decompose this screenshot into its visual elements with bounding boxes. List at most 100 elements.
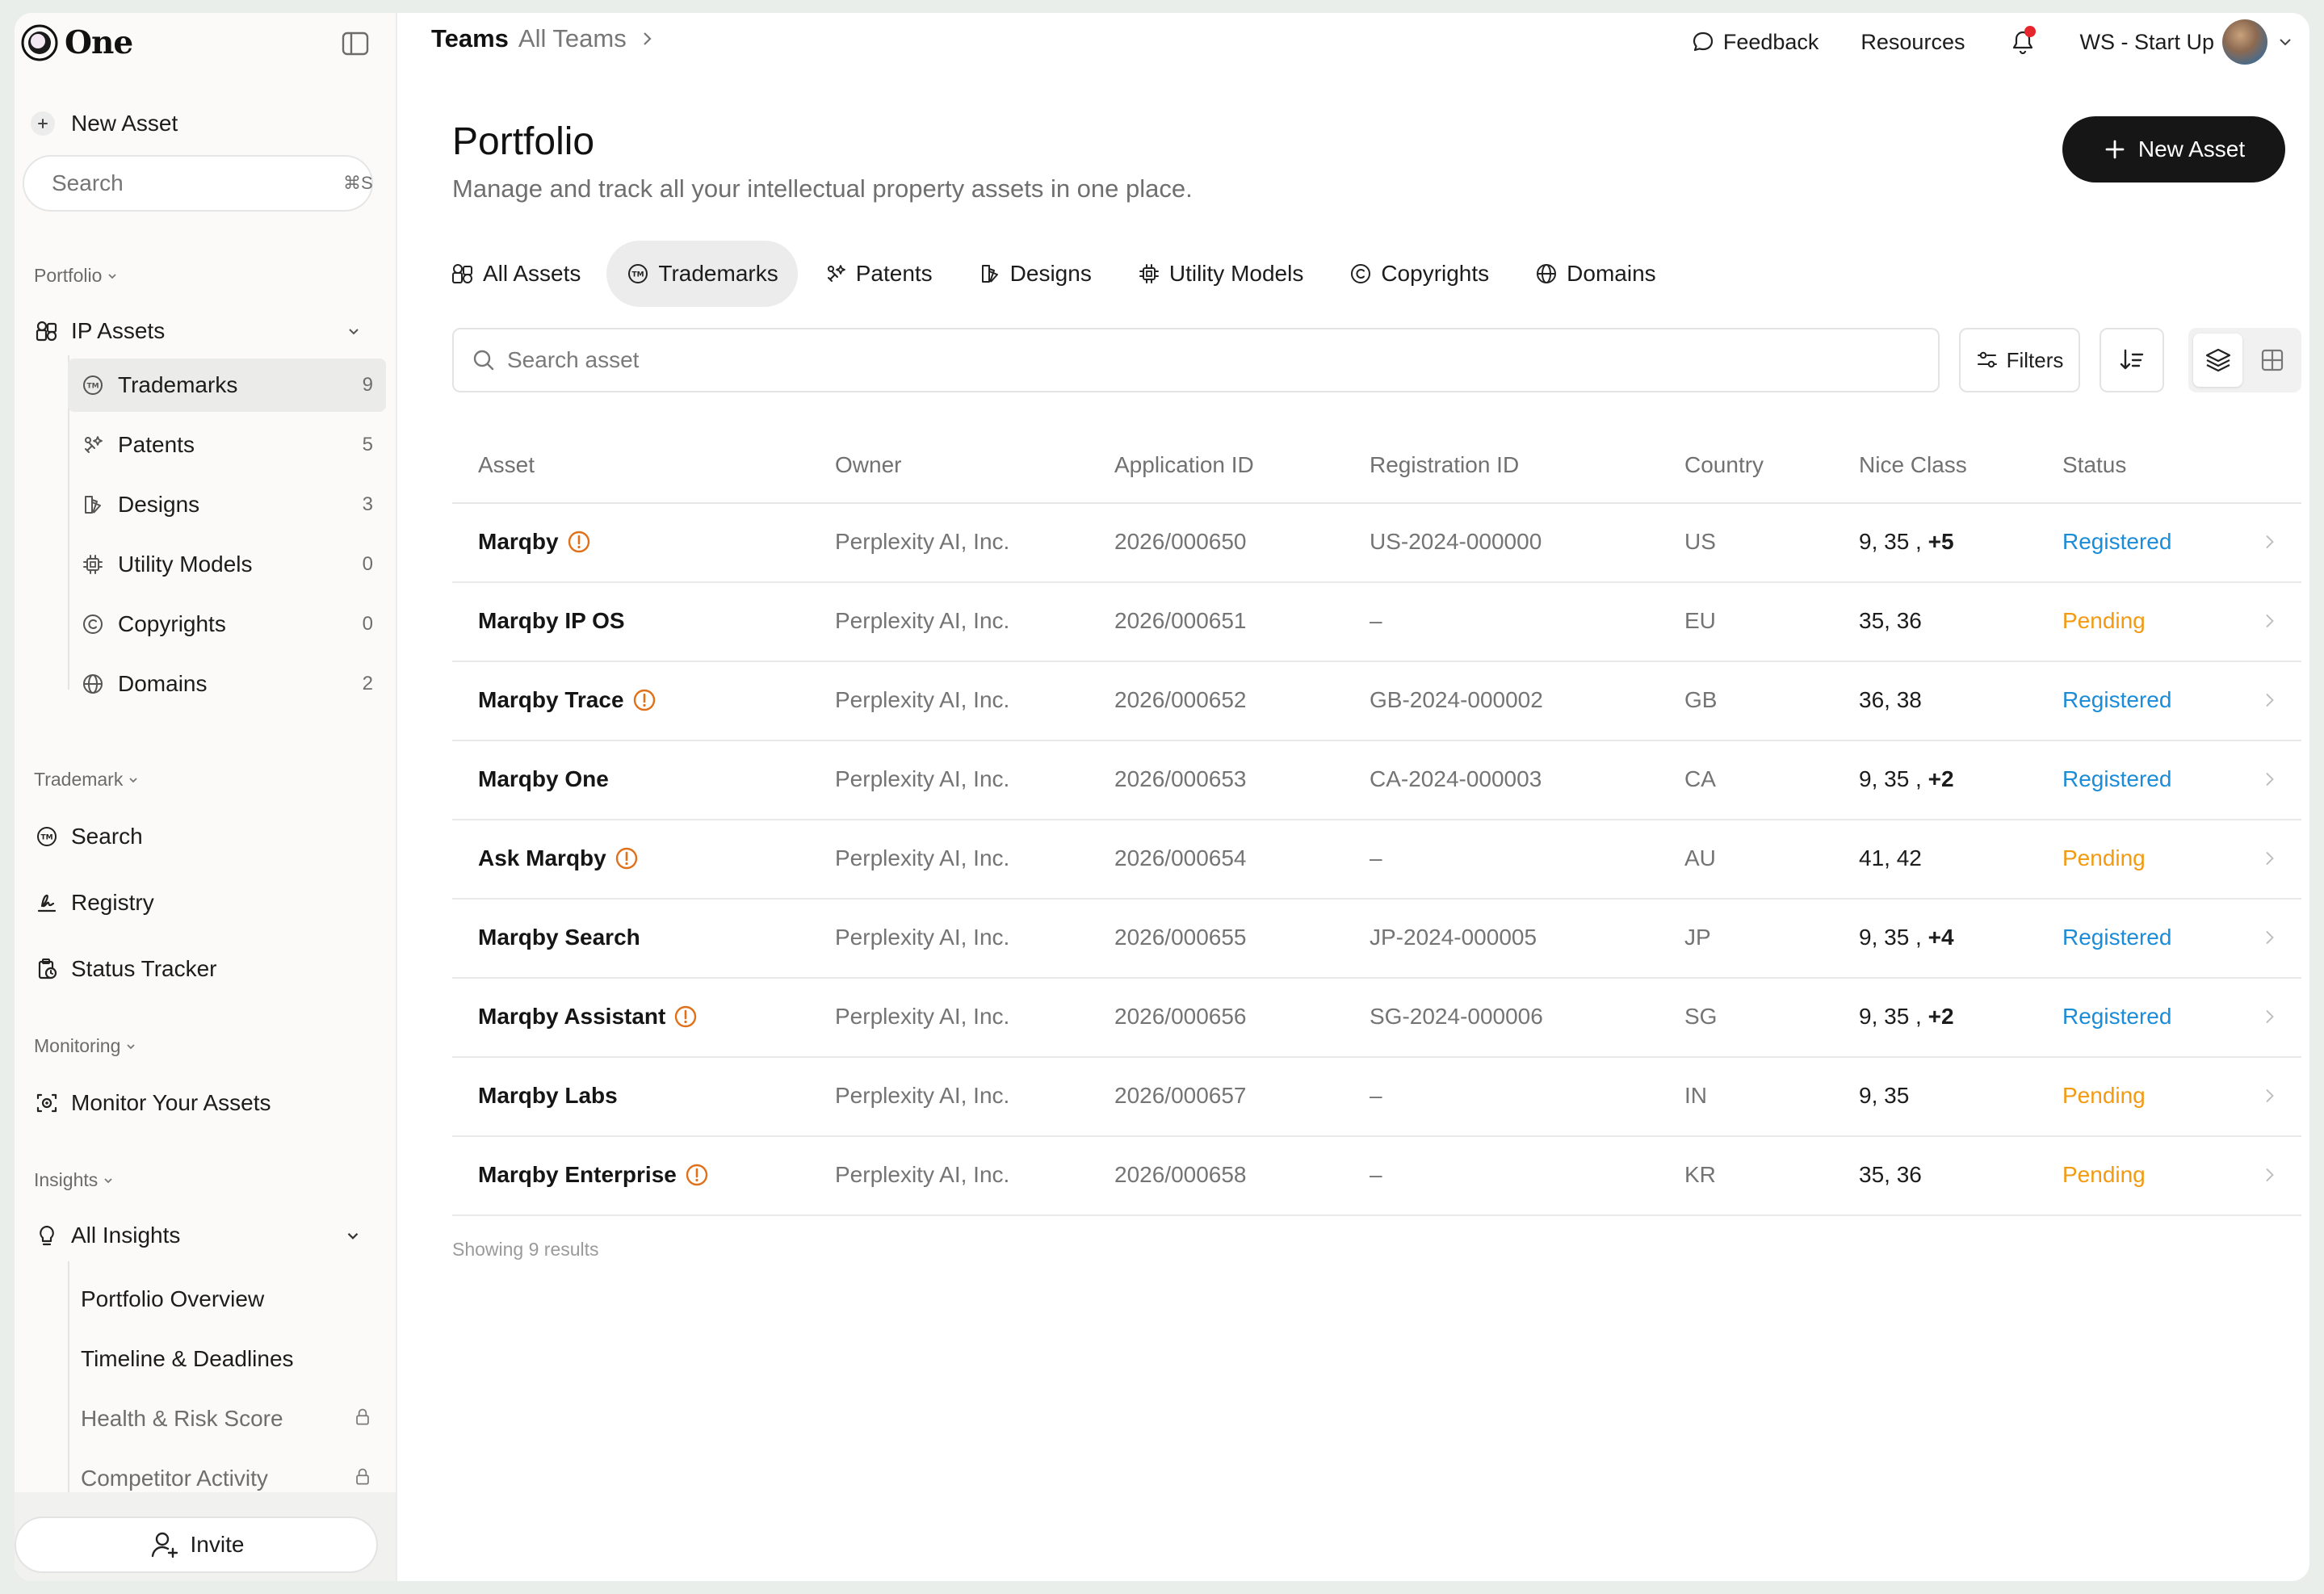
warning-icon[interactable] [632, 688, 657, 712]
warning-icon[interactable] [615, 846, 639, 870]
breadcrumb: Teams All Teams [431, 24, 657, 53]
sidebar-item-copyrights[interactable]: Copyrights 0 [68, 598, 386, 651]
application-id-cell: 2026/000655 [1114, 925, 1247, 950]
table-row[interactable]: Marqby Trace Perplexity AI, Inc. 2026/0006… [452, 662, 2301, 741]
sidebar-item-designs[interactable]: Designs 3 [68, 478, 386, 531]
breadcrumb-team[interactable]: Teams [431, 24, 509, 53]
chevron-right-icon [2259, 1085, 2280, 1112]
sidebar-item-utility-models[interactable]: Utility Models 0 [68, 538, 386, 591]
registration-id-cell: – [1370, 608, 1382, 633]
column-header-status[interactable]: Status [2062, 452, 2126, 478]
sidebar-new-asset-button[interactable]: New Asset [31, 103, 178, 144]
chevron-down-icon [2280, 39, 2291, 46]
nice-class-more[interactable]: +4 [1928, 925, 1954, 950]
sidebar-search-input[interactable] [52, 170, 343, 196]
tab-label: Patents [855, 261, 933, 286]
table-row[interactable]: Marqby Perplexity AI, Inc. 2026/000650 US-2… [452, 504, 2301, 583]
workspace-switcher[interactable]: WS - Start Up [2079, 19, 2295, 65]
chip-icon [1137, 262, 1161, 286]
section-portfolio[interactable]: Portfolio [34, 265, 118, 287]
table-row[interactable]: Marqby Labs Perplexity AI, Inc. 2026/00065… [452, 1058, 2301, 1137]
filters-label: Filters [2006, 347, 2064, 372]
sidebar-item-timeline-and-deadlines[interactable]: Timeline & Deadlines [68, 1332, 386, 1386]
new-asset-button[interactable]: New Asset [2062, 116, 2285, 182]
section-insights[interactable]: Insights [34, 1169, 114, 1191]
tab-domains[interactable]: Domains [1515, 241, 1675, 307]
sidebar-item-portfolio-overview[interactable]: Portfolio Overview [68, 1273, 386, 1326]
table-row[interactable]: Marqby Search Perplexity AI, Inc. 2026/000… [452, 900, 2301, 979]
sidebar-item-trademarks[interactable]: TM Trademarks 9 [68, 359, 386, 412]
view-toggle [2188, 328, 2301, 392]
asset-name: Marqby Labs [478, 1083, 618, 1108]
design-icon [81, 493, 105, 517]
sidebar-item-registry[interactable]: Registry [34, 879, 381, 927]
nice-class-more[interactable]: +5 [1928, 529, 1954, 554]
asset-cell: Marqby Trace [478, 687, 657, 713]
table-row[interactable]: Marqby IP OS Perplexity AI, Inc. 2026/0006… [452, 583, 2301, 662]
column-header-owner[interactable]: Owner [835, 452, 901, 478]
sidebar-item-count: 5 [362, 434, 373, 455]
warning-icon[interactable] [673, 1005, 698, 1029]
tab-patents[interactable]: Patents [804, 241, 952, 307]
warning-icon[interactable] [685, 1163, 709, 1187]
warning-icon[interactable] [567, 530, 591, 554]
owner-cell: Perplexity AI, Inc. [835, 608, 1010, 633]
table-row[interactable]: Marqby Assistant Perplexity AI, Inc. 2026/… [452, 979, 2301, 1058]
workspace-label: WS - Start Up [2079, 29, 2214, 54]
invite-button[interactable]: Invite [15, 1516, 378, 1573]
table-row[interactable]: Marqby Enterprise Perplexity AI, Inc. 2026… [452, 1137, 2301, 1216]
application-id-cell: 2026/000658 [1114, 1162, 1247, 1187]
table-row[interactable]: Marqby One Perplexity AI, Inc. 2026/000653… [452, 741, 2301, 820]
brand-name: One [65, 24, 133, 61]
application-id-cell: 2026/000651 [1114, 608, 1247, 633]
grid-view-button[interactable] [2247, 333, 2297, 387]
nice-class-values: 35, 36 [1859, 1162, 1922, 1187]
scan-eye-icon [34, 1090, 60, 1116]
sidebar-toggle-icon[interactable] [339, 27, 371, 60]
application-id-cell: 2026/000650 [1114, 529, 1247, 554]
column-header-country[interactable]: Country [1684, 452, 1764, 478]
sidebar-item-domains[interactable]: Domains 2 [68, 657, 386, 711]
sidebar-item-health-and-risk-score[interactable]: Health & Risk Score [68, 1392, 386, 1445]
results-count: Showing 9 results [452, 1239, 599, 1260]
tab-designs[interactable]: Designs [959, 241, 1111, 307]
nice-class-more[interactable]: +2 [1928, 1004, 1954, 1029]
notifications-button[interactable] [2007, 26, 2039, 58]
search-shortcut: ⌘S [343, 173, 373, 193]
breadcrumb-current[interactable]: All Teams [518, 24, 627, 53]
tab-all-assets[interactable]: All Assets [431, 241, 600, 307]
nice-class-more[interactable]: +2 [1928, 766, 1954, 791]
nice-class-cell: 9, 35 , +2 [1859, 766, 1954, 792]
signature-icon [34, 890, 60, 916]
table-row[interactable]: Ask Marqby Perplexity AI, Inc. 2026/000654… [452, 820, 2301, 900]
country-cell: AU [1684, 845, 1716, 870]
sidebar-item-monitor-your-assets[interactable]: Monitor Your Assets [34, 1079, 381, 1127]
asset-name: Ask Marqby [478, 845, 606, 870]
sort-button[interactable] [2100, 328, 2164, 392]
status-badge: Registered [2062, 529, 2172, 554]
resources-link[interactable]: Resources [1860, 30, 1965, 55]
resources-label: Resources [1860, 29, 1965, 54]
asset-search-input[interactable] [507, 347, 1920, 373]
section-monitoring[interactable]: Monitoring [34, 1035, 136, 1057]
list-view-button[interactable] [2193, 333, 2242, 387]
section-trademark[interactable]: Trademark [34, 769, 139, 791]
sidebar-item-all-insights[interactable]: All Insights [34, 1211, 381, 1260]
feedback-link[interactable]: Feedback [1691, 30, 1819, 55]
tab-copyrights[interactable]: Copyrights [1329, 241, 1508, 307]
column-header-nice-class[interactable]: Nice Class [1859, 452, 1967, 478]
filters-button[interactable]: Filters [1959, 328, 2080, 392]
design-icon [978, 262, 1002, 286]
column-header-asset[interactable]: Asset [478, 452, 535, 478]
column-header-registration-id[interactable]: Registration ID [1370, 452, 1519, 478]
sidebar-item-search[interactable]: TM Search [34, 812, 381, 861]
sidebar-item-status-tracker[interactable]: Status Tracker [34, 945, 381, 993]
tab-utility-models[interactable]: Utility Models [1118, 241, 1323, 307]
chevron-right-icon [2259, 927, 2280, 954]
plus-icon [2105, 140, 2125, 159]
sidebar-item-ip-assets[interactable]: IP Assets [34, 307, 381, 355]
column-header-application-id[interactable]: Application ID [1114, 452, 1254, 478]
tab-trademarks[interactable]: TM Trademarks [606, 241, 798, 307]
sidebar-item-patents[interactable]: Patents 5 [68, 418, 386, 472]
registration-id-cell: – [1370, 845, 1382, 870]
